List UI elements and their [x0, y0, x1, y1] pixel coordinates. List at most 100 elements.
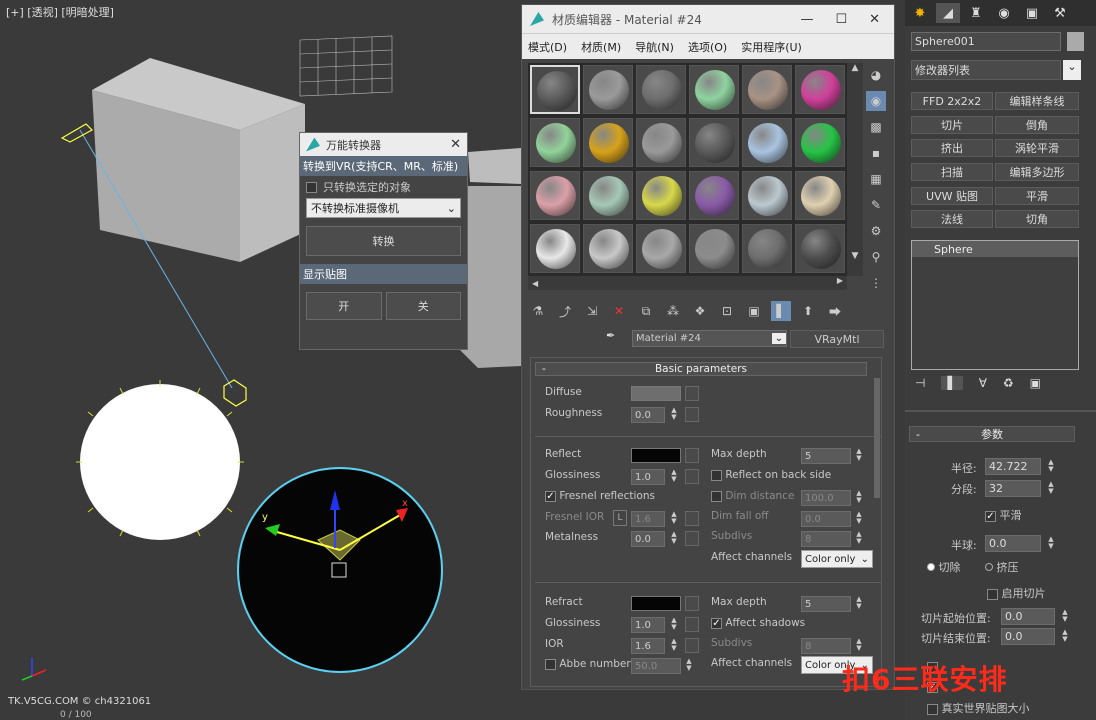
material-slot[interactable]	[689, 118, 739, 167]
material-slot[interactable]	[636, 224, 686, 273]
ior-map-button[interactable]	[685, 638, 699, 653]
material-slot[interactable]	[689, 65, 739, 114]
diffuse-color-swatch[interactable]	[631, 386, 681, 401]
roughness-input[interactable]: 0.0	[631, 407, 665, 423]
refract-glossiness-map-button[interactable]	[685, 617, 699, 632]
slice-on-toggle[interactable]: 启用切片	[987, 585, 1046, 601]
slots-scrollbar[interactable]: ▲ ▼	[847, 63, 863, 276]
hemisphere-spinner[interactable]: ▲ ▼	[1045, 536, 1057, 552]
menu-mode[interactable]: 模式(D)	[528, 39, 567, 55]
roughness-spinner[interactable]: ▲ ▼	[668, 407, 680, 423]
select-by-material-icon[interactable]: ⚲	[866, 247, 886, 267]
material-slot[interactable]	[583, 118, 633, 167]
material-slot[interactable]	[742, 171, 792, 220]
reflect-color-swatch[interactable]	[631, 448, 681, 463]
material-slot[interactable]	[742, 224, 792, 273]
modifier-button-normal[interactable]: 法线	[911, 210, 993, 228]
ior-spinner[interactable]: ▲ ▼	[668, 638, 680, 654]
material-slot[interactable]	[530, 65, 580, 114]
collapse-icon[interactable]: -	[542, 363, 546, 375]
camera-select[interactable]: 不转换标准摄像机 ⌄	[306, 198, 461, 218]
glossiness-input[interactable]: 1.0	[631, 469, 665, 485]
remove-modifier-icon[interactable]: ♻	[1003, 376, 1014, 390]
modifier-button-slice[interactable]: 切片	[911, 116, 993, 134]
material-slot[interactable]	[636, 171, 686, 220]
slice-to-spinner[interactable]: ▲ ▼	[1059, 629, 1071, 645]
modifier-button-edit-poly[interactable]: 编辑多边形	[995, 163, 1079, 181]
object-name-field[interactable]: Sphere001	[911, 32, 1061, 51]
slice-to-input[interactable]: 0.0	[1001, 628, 1055, 645]
slice-on-checkbox[interactable]	[987, 588, 998, 600]
reflect-affect-channels-select[interactable]: Color only ⌄	[801, 550, 873, 568]
dim-distance-spinner[interactable]: ▲ ▼	[853, 490, 865, 506]
modifier-button-smooth[interactable]: 平滑	[995, 187, 1079, 205]
backside-checkbox[interactable]	[711, 469, 722, 481]
ior-input[interactable]: 1.6	[631, 638, 665, 654]
get-material-icon[interactable]: ⚗	[528, 301, 548, 321]
metalness-map-button[interactable]	[685, 531, 699, 546]
assign-to-selection-icon[interactable]: ⇲	[582, 301, 602, 321]
dim-falloff-spinner[interactable]: ▲ ▼	[853, 511, 865, 527]
hierarchy-tab-icon[interactable]: ♜	[964, 3, 988, 23]
chevron-down-icon[interactable]: ▼	[847, 251, 863, 261]
material-editor-window[interactable]: 材质编辑器 - Material #24 — ☐ ✕ 模式(D) 材质(M) 导…	[521, 4, 895, 690]
make-unique-icon[interactable]: ⁂	[663, 301, 683, 321]
segments-spinner[interactable]: ▲ ▼	[1045, 481, 1057, 497]
affect-shadows-checkbox[interactable]	[711, 617, 722, 629]
roughness-map-button[interactable]	[685, 407, 699, 422]
real-world-checkbox[interactable]	[927, 703, 938, 715]
hemisphere-input[interactable]: 0.0	[985, 535, 1041, 552]
backlight-icon[interactable]: ◉	[866, 91, 886, 111]
show-end-result-icon[interactable]: ▌	[941, 376, 963, 390]
white-sphere-object[interactable]	[76, 380, 244, 540]
refract-glossiness-spinner[interactable]: ▲ ▼	[668, 617, 680, 633]
put-to-scene-icon[interactable]: ⤴	[555, 301, 575, 321]
material-name-field[interactable]: Material #24 ⌄	[632, 330, 787, 347]
only-selected-checkbox[interactable]	[306, 181, 317, 193]
slots-hscrollbar[interactable]: ◀ ▶	[528, 276, 847, 290]
put-to-library-icon[interactable]: ❖	[690, 301, 710, 321]
copy-material-icon[interactable]: ⧉	[636, 301, 656, 321]
menu-navigation[interactable]: 导航(N)	[635, 39, 674, 55]
metalness-spinner[interactable]: ▲ ▼	[668, 531, 680, 547]
video-color-check-icon[interactable]: ▦	[866, 169, 886, 189]
object-color-swatch[interactable]	[1067, 32, 1084, 51]
modifier-button-bevel[interactable]: 倒角	[995, 116, 1079, 134]
affect-shadows-toggle[interactable]: Affect shadows	[711, 617, 805, 629]
material-map-navigator-icon[interactable]: ⋮	[866, 273, 886, 293]
material-slot[interactable]	[742, 118, 792, 167]
material-slot[interactable]	[636, 65, 686, 114]
box-object-2[interactable]	[460, 148, 521, 368]
rollout-header[interactable]: - Basic parameters	[535, 362, 867, 376]
material-slot[interactable]	[530, 118, 580, 167]
fresnel-checkbox[interactable]	[545, 490, 556, 502]
options-icon[interactable]: ⚙	[866, 221, 886, 241]
abbe-input[interactable]: 50.0	[631, 658, 681, 674]
material-slot[interactable]	[795, 65, 845, 114]
slice-from-spinner[interactable]: ▲ ▼	[1059, 609, 1071, 625]
utilities-tab-icon[interactable]: ⚒	[1048, 3, 1072, 23]
sample-uv-icon[interactable]: ▪	[866, 143, 886, 163]
show-end-result-icon[interactable]: ▌	[771, 301, 791, 321]
smooth-toggle[interactable]: 平滑	[985, 507, 1022, 523]
glossiness-map-button[interactable]	[685, 469, 699, 484]
material-slot[interactable]	[583, 171, 633, 220]
diffuse-map-button[interactable]	[685, 386, 699, 401]
collapse-icon[interactable]: -	[916, 428, 920, 441]
squash-radio[interactable]	[985, 563, 993, 571]
material-editor-titlebar[interactable]: 材质编辑器 - Material #24 — ☐ ✕	[522, 5, 894, 33]
dim-distance-checkbox[interactable]	[711, 490, 722, 502]
reset-map-icon[interactable]: ✕	[609, 301, 629, 321]
reflect-map-button[interactable]	[685, 448, 699, 463]
material-slot[interactable]	[689, 171, 739, 220]
close-icon[interactable]: ✕	[450, 137, 461, 152]
make-preview-icon[interactable]: ✎	[866, 195, 886, 215]
modifier-button-chamfer[interactable]: 切角	[995, 210, 1079, 228]
material-slot[interactable]	[530, 224, 580, 273]
dim-falloff-input[interactable]: 0.0	[801, 511, 851, 527]
fresnel-ior-input[interactable]: 1.6	[631, 511, 665, 527]
refract-glossiness-input[interactable]: 1.0	[631, 617, 665, 633]
viewport-label[interactable]: [+] [透视] [明暗处理]	[6, 4, 114, 20]
refract-max-depth-input[interactable]: 5	[801, 596, 851, 612]
converter-titlebar[interactable]: 万能转换器 ✕	[300, 133, 467, 156]
